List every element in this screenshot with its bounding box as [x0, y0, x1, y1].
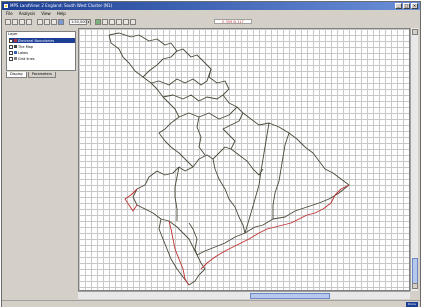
panel-tabs: Display Parameters	[6, 72, 56, 78]
boundary-inner	[108, 34, 194, 168]
toolbar: 1:50,000 ▾	[2, 17, 420, 26]
map-canvas[interactable]	[78, 28, 410, 291]
chevron-down-icon[interactable]: ▾	[86, 19, 90, 25]
menu-bar: File Analysis View Help	[2, 10, 420, 17]
boundary-inner	[178, 106, 238, 120]
boundary-inner	[174, 166, 180, 221]
app-window: MPS LandView: 2 England: South West Clus…	[1, 1, 421, 307]
layer-label: Grid lines	[18, 56, 35, 61]
layer-label: Electoral Boundaries	[18, 38, 55, 43]
layer-checkbox[interactable]	[9, 44, 13, 49]
layer-checkbox[interactable]	[9, 38, 13, 43]
layer-swatch	[14, 39, 17, 42]
title-bar: MPS LandView: 2 England: South West Clus…	[2, 2, 420, 10]
boundary-inner	[188, 254, 206, 286]
boundary-inner	[196, 116, 206, 156]
horizontal-scrollbar[interactable]	[78, 291, 410, 299]
layer-checkbox[interactable]	[9, 50, 13, 55]
layer-list: Layer Electoral Boundaries The Map Lakes…	[6, 31, 76, 71]
close-button[interactable]: ×	[411, 3, 418, 9]
refresh-icon[interactable]	[95, 18, 101, 25]
scale-select[interactable]: 1:50,000 ▾	[69, 18, 91, 25]
boundary-inner	[230, 148, 264, 176]
pan-icon[interactable]	[37, 18, 43, 25]
layer-swatch	[14, 51, 17, 54]
export-icon[interactable]	[123, 18, 129, 25]
zoom-out-icon[interactable]	[51, 18, 57, 25]
print-icon[interactable]	[26, 18, 32, 25]
help-icon[interactable]	[130, 18, 136, 25]
status-panel: Done	[406, 302, 418, 307]
boundary-red	[200, 184, 350, 270]
save-icon[interactable]	[19, 18, 25, 25]
menu-view[interactable]: View	[41, 10, 51, 17]
minimize-button[interactable]: _	[395, 3, 402, 9]
vertical-scrollbar[interactable]	[410, 28, 418, 291]
layer-label: The Map	[18, 44, 34, 49]
layer-checkbox[interactable]	[9, 56, 13, 61]
boundary-inner	[150, 68, 212, 86]
vertical-scroll-thumb[interactable]	[412, 258, 418, 286]
boundary-inner	[212, 158, 246, 234]
boundary-inner	[272, 132, 290, 219]
layer-item[interactable]: The Map	[9, 44, 75, 49]
layer-label: Lakes	[18, 50, 28, 55]
boundary-red	[168, 220, 190, 286]
scale-value: 1:50,000	[71, 19, 87, 24]
app-icon	[4, 4, 8, 8]
zoom-in-icon[interactable]	[44, 18, 50, 25]
tab-parameters[interactable]: Parameters	[27, 72, 56, 78]
status-bar: Done	[2, 300, 420, 307]
open-icon[interactable]	[12, 18, 18, 25]
menu-help[interactable]: Help	[57, 10, 66, 17]
boundary-inner	[196, 112, 350, 256]
boundary-map	[108, 32, 350, 286]
table-icon[interactable]	[109, 18, 115, 25]
layer-item[interactable]: Lakes	[9, 50, 75, 55]
tab-display[interactable]: Display	[6, 72, 27, 78]
side-panel: Layer Electoral Boundaries The Map Lakes…	[4, 28, 78, 300]
layers-icon[interactable]	[102, 18, 108, 25]
menu-file[interactable]: File	[6, 10, 13, 17]
identify-icon[interactable]	[58, 18, 64, 25]
boundary-inner	[244, 122, 270, 234]
chart-icon[interactable]	[116, 18, 122, 25]
scroll-down-icon[interactable]	[412, 283, 418, 289]
new-icon[interactable]	[5, 18, 11, 25]
boundary-inner	[188, 222, 198, 256]
layer-list-header: Layer	[8, 32, 18, 36]
horizontal-scroll-thumb[interactable]	[250, 293, 330, 299]
layer-item[interactable]: Grid lines	[9, 56, 75, 61]
layer-item[interactable]: Electoral Boundaries	[9, 38, 75, 43]
window-title: MPS LandView: 2 England: South West Clus…	[10, 3, 113, 8]
maximize-button[interactable]: □	[403, 3, 410, 9]
window-controls: _ □ ×	[395, 3, 418, 9]
coordinate-readout: E 359 N 117	[214, 19, 252, 24]
layer-swatch	[14, 45, 17, 48]
layer-swatch	[14, 57, 17, 60]
boundary-inner	[142, 50, 178, 78]
scroll-up-icon[interactable]	[412, 29, 418, 35]
menu-analysis[interactable]: Analysis	[19, 10, 35, 17]
boundary-inner	[162, 94, 224, 102]
